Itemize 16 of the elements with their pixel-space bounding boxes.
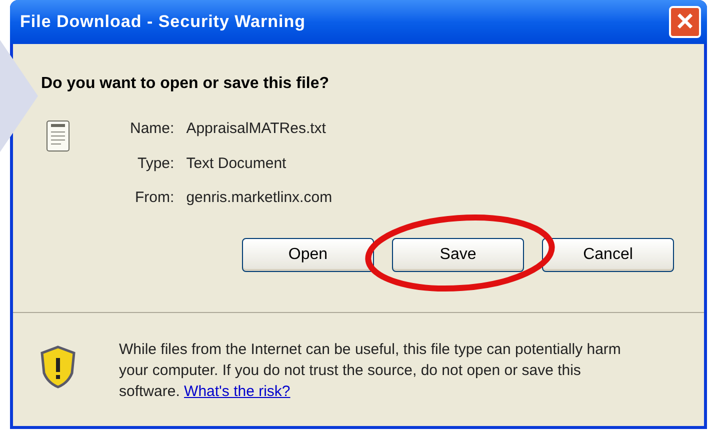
dialog-button[interactable]: Cancel bbox=[542, 238, 674, 272]
warning-text: While files from the Internet can be useful, this file type can potentially harm your computer. If you do not trust the source, do not open or save this software. What's the risk? bbox=[119, 340, 622, 402]
detail-label: Type: bbox=[136, 154, 174, 174]
detail-value: genris.marketlinx.com bbox=[186, 188, 332, 208]
whats-the-risk-link[interactable]: What's the risk? bbox=[184, 382, 290, 400]
dialog-button[interactable]: Open bbox=[242, 238, 374, 272]
question-text: Do you want to open or save this file? bbox=[41, 74, 330, 94]
detail-label: Name: bbox=[130, 119, 174, 139]
detail-value: Text Document bbox=[186, 154, 288, 174]
close-button[interactable]: × bbox=[669, 6, 701, 38]
dialog-button[interactable]: Save bbox=[392, 238, 524, 272]
window-title: File Download - Security Warning bbox=[20, 11, 306, 34]
detail-value: AppraisalMATRes.txt bbox=[186, 119, 327, 139]
detail-label: From: bbox=[134, 188, 174, 208]
text-document-icon bbox=[46, 120, 70, 152]
warning-shield-icon bbox=[40, 344, 76, 388]
